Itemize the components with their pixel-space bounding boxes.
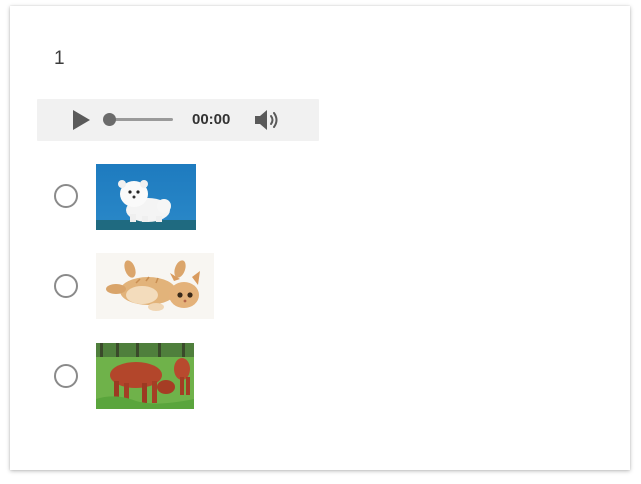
play-icon[interactable] xyxy=(71,110,91,130)
radio-button[interactable] xyxy=(54,274,78,298)
progress-thumb[interactable] xyxy=(103,113,116,126)
volume-icon[interactable] xyxy=(254,109,282,131)
progress-slider[interactable] xyxy=(103,113,173,126)
question-number: 1 xyxy=(54,48,65,69)
radio-button[interactable] xyxy=(54,184,78,208)
radio-button[interactable] xyxy=(54,364,78,388)
question-card: 1 00:00 xyxy=(10,6,630,470)
time-display: 00:00 xyxy=(192,111,231,128)
dog-picture xyxy=(96,164,196,230)
audio-player: 00:00 xyxy=(37,99,319,141)
cow-picture xyxy=(96,343,194,409)
page: 1 00:00 xyxy=(0,0,641,484)
cat-picture xyxy=(96,253,214,319)
